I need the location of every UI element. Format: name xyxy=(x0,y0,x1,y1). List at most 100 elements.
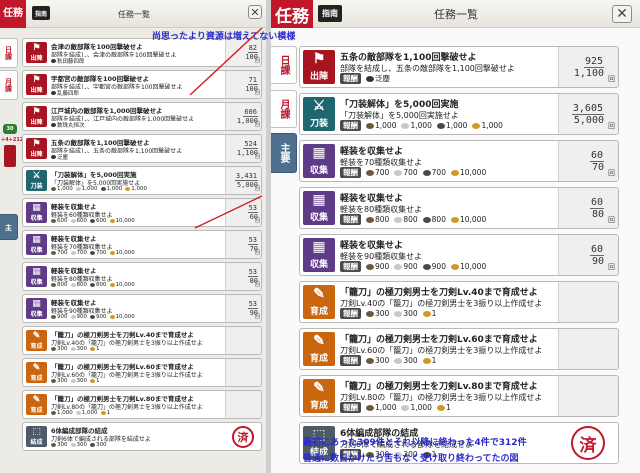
progress-counter: 925 1,100 回 xyxy=(558,47,618,87)
reward-row: 乱藤四郎 xyxy=(51,89,223,96)
resource-icon xyxy=(70,379,76,384)
tab-daily[interactable]: 日課 xyxy=(271,46,297,84)
sortie-icon: ⚑ 出陣 xyxy=(26,138,47,159)
resource-icon xyxy=(366,357,374,364)
quest-card[interactable]: ▦ 収集 軽装を収集せよ 軽装を90種類収集せよ 報酬 900 900 900 10,000 60… xyxy=(299,234,619,276)
progress-current: 925 xyxy=(583,55,604,68)
progress-max: 90 xyxy=(591,255,604,267)
progress-current: 53 xyxy=(247,236,258,245)
quest-card[interactable]: ▦ 収集 軽装を収集せよ 軽装を70種類収集せよ 報酬 700 700 700 10,000 60… xyxy=(299,140,619,182)
reward-label: 報酬 xyxy=(340,308,361,319)
quest-body: 五条の敵部隊を1,100回撃破せよ 部隊を結成し、五条の敵部隊を1,100回撃破せ… xyxy=(50,135,225,162)
resource-icon xyxy=(90,251,95,256)
progress-counter: 60 90 回 xyxy=(558,235,618,275)
resource-icon xyxy=(51,283,56,288)
reward-resource: 1 xyxy=(436,403,451,412)
quest-card[interactable]: ▦ 収集 軽装を収集せよ 軽装を90種類収集せよ 900 900 900 10,000 53 90… xyxy=(22,294,262,323)
tab-main[interactable]: 主要 xyxy=(271,133,297,173)
quest-card[interactable]: ✎ 育成 「籠刀」の極刀剣男士を刀剣Lv.40まで育成せよ 刀剣Lv.40の「籠刀」の… xyxy=(299,281,619,323)
sortie-icon: ⚑ 出陣 xyxy=(303,50,335,84)
quest-card[interactable]: ⚑ 出陣 五条の敵部隊を1,100回撃破せよ 部隊を結成し、五条の敵部隊を1,100回… xyxy=(299,46,619,88)
reward-value: 10,000 xyxy=(459,215,487,225)
progress-counter: 53 70 回 xyxy=(225,231,261,258)
quest-card[interactable]: ⚑ 出陣 五条の敵部隊を1,100回撃破せよ 部隊を結成し、五条の敵部隊を1,100回… xyxy=(22,134,262,163)
resource-icon xyxy=(422,263,431,270)
progress-current: 53 xyxy=(247,300,258,309)
quest-card[interactable]: ⚑ 出陣 宇都宮の敵部隊を100回撃破せよ 部隊を結成し、宇都宮の敵部隊を100回撃破… xyxy=(22,70,262,99)
reward-item: 乱藤四郎 xyxy=(51,89,79,96)
quest-card[interactable]: ⬚ 結成 6体編成部隊の結成 刀剣6体で編成される部隊を結成せよ 300 300 300 済 xyxy=(22,422,262,451)
category-label: 出陣 xyxy=(30,55,43,62)
quest-card[interactable]: ⚔ 刀装 「刀装解体」を5,000回実施 「刀装解体」を5,000回実施せよ 1,000… xyxy=(22,166,262,195)
quest-card[interactable]: ▦ 収集 軽装を収集せよ 軽装を60種類収集せよ 600 600 600 10,000 53 60… xyxy=(22,198,262,227)
resource-icon xyxy=(450,169,459,176)
reward-value: 800 xyxy=(431,215,446,225)
tab-monthly[interactable]: 月課 xyxy=(0,70,18,100)
tab-monthly[interactable]: 月課 xyxy=(271,90,297,128)
quest-name: 軽装を収集せよ xyxy=(51,235,97,243)
reward-resource: 1,000 xyxy=(366,121,396,130)
quest-card[interactable]: ⚑ 出陣 江戸城内の敵部隊を1,000回撃破せよ 部隊を結成し、江戸城内の敵部隊を1,… xyxy=(22,102,262,131)
completed-stamp[interactable]: 済 xyxy=(225,423,261,450)
quest-body: 「籠刀」の極刀剣男士を刀剣Lv.80まで育成せよ 刀剣Lv.80の「籠刀」の極刀剣… xyxy=(338,376,558,416)
progress-counter: 53 60 回 xyxy=(225,199,261,226)
reward-resource: 700 xyxy=(394,168,418,177)
category-glyph: ⚑ xyxy=(32,139,41,149)
quest-description: 刀剣Lv.80の「籠刀」の極刀剣男士を3振り以上作成せよ xyxy=(340,392,543,402)
quest-card[interactable]: ▦ 収集 軽装を収集せよ 軽装を80種類収集せよ 800 800 800 10,000 53 80… xyxy=(22,262,262,291)
quest-card[interactable]: ✎ 育成 「籠刀」の極刀剣男士を刀剣Lv.80まで育成せよ 刀剣Lv.80の「籠刀」の… xyxy=(299,375,619,417)
progress-counter: 53 80 回 xyxy=(225,263,261,290)
category-glyph: ⚑ xyxy=(32,107,41,117)
progress-current: 53 xyxy=(247,268,258,277)
reward-resource: 900 xyxy=(90,314,107,320)
category-label: 収集 xyxy=(309,260,328,270)
reward-resource: 1 xyxy=(90,346,100,352)
resource-icon xyxy=(401,404,410,411)
quest-card[interactable]: ▦ 収集 軽装を収集せよ 軽装を70種類収集せよ 700 700 700 10,000 53 70… xyxy=(22,230,262,259)
quest-body: 軽装を収集せよ 軽装を90種類収集せよ 900 900 900 10,000 xyxy=(50,295,225,322)
quest-name: 軽装を収集せよ xyxy=(340,241,404,251)
completed-stamp-text: 済 xyxy=(232,425,254,448)
reward-resource: 800 xyxy=(51,282,68,288)
category-label: 収集 xyxy=(30,247,43,254)
collect-icon: ▦ 収集 xyxy=(303,238,335,272)
quest-name: 「籠刀」の極刀剣男士を刀剣Lv.80まで育成せよ xyxy=(51,395,194,403)
tab-daily[interactable]: 日課 xyxy=(0,38,18,68)
quest-card[interactable]: ✎ 育成 「籠刀」の極刀剣男士を刀剣Lv.60まで育成せよ 刀剣Lv.60の「籠刀」の… xyxy=(299,328,619,370)
category-glyph: ▦ xyxy=(312,239,326,255)
quest-card[interactable]: ✎ 育成 「籠刀」の極刀剣男士を刀剣Lv.60まで育成せよ 刀剣Lv.60の「籠刀」の… xyxy=(22,358,262,387)
quest-description: 軽装を60種類収集せよ xyxy=(51,212,113,219)
category-glyph: ⚑ xyxy=(32,43,41,53)
reward-value: 300 xyxy=(57,346,68,352)
progress-empty xyxy=(558,329,618,369)
quest-card[interactable]: ⚔ 刀装 「刀装解体」を5,000回実施 「刀装解体」を5,000回実施せよ 報酬 1,0… xyxy=(299,93,619,135)
progress-empty xyxy=(558,282,618,322)
quest-name: 「刀装解体」を5,000回実施 xyxy=(51,171,137,179)
quest-card[interactable]: ✎ 育成 「籠刀」の極刀剣男士を刀剣Lv.40まで育成せよ 刀剣Lv.40の「籠刀」の… xyxy=(22,326,262,355)
reward-resource: 700 xyxy=(70,250,87,256)
quest-card[interactable]: ✎ 育成 「籠刀」の極刀剣男士を刀剣Lv.80まで育成せよ 刀剣Lv.80の「籠刀」の… xyxy=(22,390,262,419)
close-button[interactable]: ✕ xyxy=(612,5,632,23)
reward-value: 300 xyxy=(57,378,68,384)
reward-row: 700 700 700 10,000 xyxy=(51,250,223,256)
reward-value: 700 xyxy=(375,168,390,178)
guide-button[interactable]: 指南 xyxy=(318,5,342,22)
completed-stamp[interactable]: 済 xyxy=(558,423,618,463)
category-glyph: ⚑ xyxy=(312,51,326,67)
progress-unit: 回 xyxy=(254,122,260,128)
close-button[interactable]: ✕ xyxy=(248,5,262,19)
tab-main[interactable]: 主 xyxy=(0,214,18,240)
reward-value: 10,000 xyxy=(459,168,487,178)
quest-description: 刀剣Lv.60の「籠刀」の極刀剣男士を3振り以上作成せよ xyxy=(340,345,543,355)
progress-counter: 606 1,000 回 xyxy=(225,103,261,130)
quest-card[interactable]: ⚑ 出陣 会津の敵部隊を100回撃破せよ 部隊を結成し、会津の敵部隊を100回撃破せよ… xyxy=(22,38,262,67)
quest-card[interactable]: ▦ 収集 軽装を収集せよ 軽装を80種類収集せよ 報酬 800 800 800 10,000 60… xyxy=(299,187,619,229)
progress-current: 3,431 xyxy=(234,172,258,181)
quest-description: 部隊を結成し、会津の敵部隊を100回撃破せよ xyxy=(51,51,177,58)
reward-resource: 1,000 xyxy=(75,186,98,192)
guide-button[interactable]: 指南 xyxy=(32,6,50,20)
reward-row: 秋田藤四郎 xyxy=(51,57,223,64)
reward-label: 報酬 xyxy=(340,402,361,413)
annotation-bottom-2: 普通に数日かけたら苦もなく受け取り終わってたの図 xyxy=(303,454,519,464)
reward-label: 報酬 xyxy=(340,214,361,225)
